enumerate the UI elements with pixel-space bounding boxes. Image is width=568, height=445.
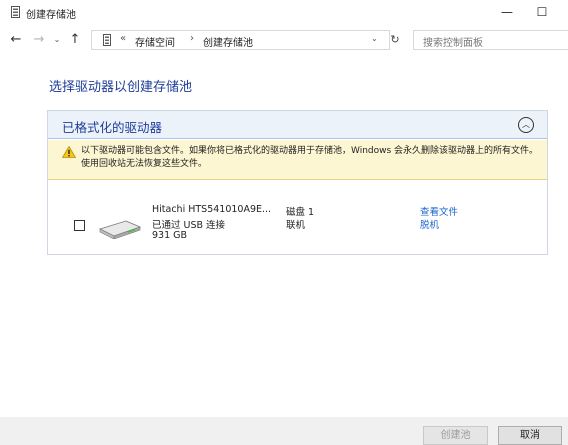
drive-checkbox[interactable] [74, 220, 85, 231]
breadcrumb-create-pool[interactable]: 创建存储池 [203, 34, 253, 49]
take-offline-link[interactable]: 脱机 [420, 217, 439, 231]
window-title: 创建存储池 [26, 10, 76, 21]
recent-locations-chevron-icon[interactable]: ⌄ [50, 31, 64, 49]
breadcrumb-overflow-icon[interactable]: « [120, 33, 126, 44]
refresh-icon[interactable]: ↻ [388, 32, 402, 48]
drive-name: Hitachi HTS541010A9E... [152, 204, 272, 215]
drive-connection: 已通过 USB 连接 [152, 220, 226, 231]
disk-status: 联机 [286, 220, 306, 231]
forward-arrow-icon[interactable]: → [31, 31, 47, 49]
warning-text: 以下驱动器可能包含文件。如果你将已格式化的驱动器用于存储池，Windows 会永… [81, 146, 539, 169]
page-heading: 选择驱动器以创建存储池 [49, 80, 193, 95]
back-arrow-icon[interactable]: ← [8, 31, 24, 49]
warning-icon [62, 146, 76, 158]
cancel-button[interactable]: 取消 [498, 426, 562, 445]
storage-spaces-icon [103, 34, 111, 46]
panel-title: 已格式化的驱动器 [62, 120, 163, 135]
view-files-link[interactable]: 查看文件 [420, 204, 458, 218]
panel-header[interactable]: 已格式化的驱动器 ︿ [48, 111, 547, 139]
up-arrow-icon[interactable]: ↑ [67, 31, 83, 49]
minimize-button[interactable]: — [490, 2, 524, 22]
drive-size: 931 GB [152, 230, 188, 241]
drive-row: Hitachi HTS541010A9E... 已通过 USB 连接 931 G… [48, 181, 547, 255]
warning-banner: 以下驱动器可能包含文件。如果你将已格式化的驱动器用于存储池，Windows 会永… [48, 140, 547, 180]
formatted-drives-panel: 已格式化的驱动器 ︿ 以下驱动器可能包含文件。如果你将已格式化的驱动器用于存储池… [47, 110, 548, 255]
collapse-chevron-icon[interactable]: ︿ [518, 117, 534, 133]
breadcrumb-storage-spaces[interactable]: 存储空间 [135, 34, 175, 49]
address-dropdown-icon[interactable]: ⌄ [371, 34, 378, 43]
storage-spaces-icon [11, 6, 20, 18]
external-drive-icon [98, 220, 142, 239]
create-pool-button[interactable]: 创建池 [423, 426, 488, 445]
address-bar[interactable]: « 存储空间 › 创建存储池 ⌄ [91, 30, 390, 50]
title-bar: 创建存储池 — ☐ [0, 0, 568, 26]
disk-number: 磁盘 1 [286, 207, 315, 218]
footer-bar: 创建池 取消 [0, 417, 568, 445]
breadcrumb-separator-icon[interactable]: › [190, 33, 194, 44]
address-row: ← → ⌄ ↑ « 存储空间 › 创建存储池 ⌄ ↻ 搜索控制面板 [0, 28, 568, 52]
maximize-button[interactable]: ☐ [525, 2, 559, 22]
search-input[interactable]: 搜索控制面板 [413, 30, 568, 50]
